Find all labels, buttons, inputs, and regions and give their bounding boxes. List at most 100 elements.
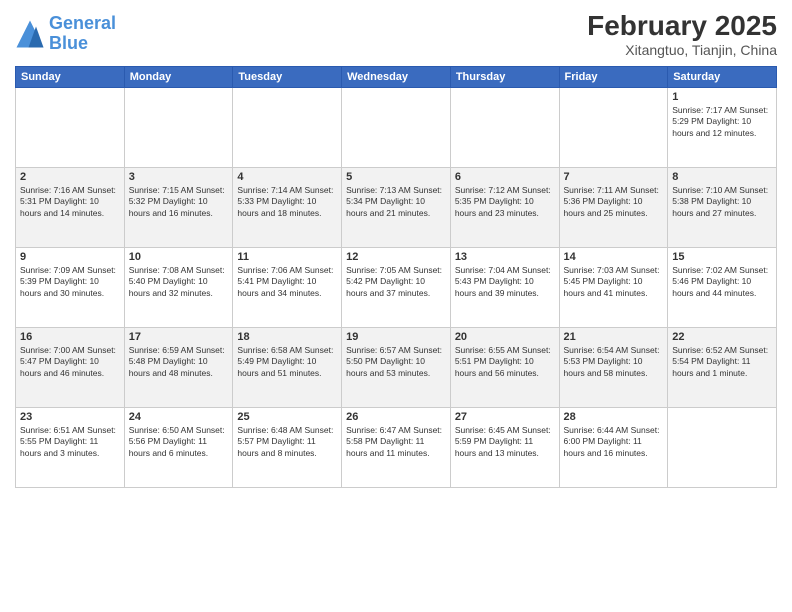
day-number: 27 — [455, 411, 555, 423]
day-info: Sunrise: 7:06 AM Sunset: 5:41 PM Dayligh… — [237, 265, 337, 299]
calendar-cell: 3 Sunrise: 7:15 AM Sunset: 5:32 PM Daylig… — [124, 168, 233, 248]
logo-text: General Blue — [49, 14, 116, 54]
day-number: 22 — [672, 331, 772, 343]
day-number: 19 — [346, 331, 446, 343]
calendar-table: Sunday Monday Tuesday Wednesday Thursday… — [15, 66, 777, 488]
day-number: 16 — [20, 331, 120, 343]
day-number: 12 — [346, 251, 446, 263]
day-number: 9 — [20, 251, 120, 263]
calendar-cell: 13 Sunrise: 7:04 AM Sunset: 5:43 PM Dayli… — [450, 248, 559, 328]
calendar-week-2: 2 Sunrise: 7:16 AM Sunset: 5:31 PM Daylig… — [16, 168, 777, 248]
day-info: Sunrise: 7:05 AM Sunset: 5:42 PM Dayligh… — [346, 265, 446, 299]
calendar-cell: 10Sunrise: 7:08 AM Sunset: 5:40 PM Dayli… — [124, 248, 233, 328]
day-number: 24 — [129, 411, 229, 423]
day-info: Sunrise: 6:45 AM Sunset: 5:59 PM Dayligh… — [455, 425, 555, 459]
day-number: 5 — [346, 171, 446, 183]
calendar-week-3: 9 Sunrise: 7:09 AM Sunset: 5:39 PM Daylig… — [16, 248, 777, 328]
calendar-cell: 11 Sunrise: 7:06 AM Sunset: 5:41 PM Dayli… — [233, 248, 342, 328]
calendar-cell: 18 Sunrise: 6:58 AM Sunset: 5:49 PM Dayli… — [233, 328, 342, 408]
day-info: Sunrise: 7:03 AM Sunset: 5:45 PM Dayligh… — [564, 265, 664, 299]
col-thursday: Thursday — [450, 67, 559, 88]
day-info: Sunrise: 6:50 AM Sunset: 5:56 PM Dayligh… — [129, 425, 229, 459]
day-number: 20 — [455, 331, 555, 343]
day-number: 25 — [237, 411, 337, 423]
calendar-cell: 16 Sunrise: 7:00 AM Sunset: 5:47 PM Dayli… — [16, 328, 125, 408]
calendar-cell: 22 Sunrise: 6:52 AM Sunset: 5:54 PM Dayli… — [668, 328, 777, 408]
logo-line2: Blue — [49, 33, 88, 53]
col-monday: Monday — [124, 67, 233, 88]
calendar-cell: 23Sunrise: 6:51 AM Sunset: 5:55 PM Dayli… — [16, 408, 125, 488]
day-info: Sunrise: 7:10 AM Sunset: 5:38 PM Dayligh… — [672, 185, 772, 219]
calendar-cell — [233, 88, 342, 168]
calendar-cell — [450, 88, 559, 168]
col-wednesday: Wednesday — [342, 67, 451, 88]
day-info: Sunrise: 7:00 AM Sunset: 5:47 PM Dayligh… — [20, 345, 120, 379]
day-number: 10 — [129, 251, 229, 263]
day-info: Sunrise: 6:54 AM Sunset: 5:53 PM Dayligh… — [564, 345, 664, 379]
logo-icon — [15, 19, 45, 49]
day-info: Sunrise: 6:59 AM Sunset: 5:48 PM Dayligh… — [129, 345, 229, 379]
calendar-subtitle: Xitangtuo, Tianjin, China — [587, 42, 777, 58]
calendar-cell: 27 Sunrise: 6:45 AM Sunset: 5:59 PM Dayli… — [450, 408, 559, 488]
calendar-cell: 28 Sunrise: 6:44 AM Sunset: 6:00 PM Dayli… — [559, 408, 668, 488]
day-info: Sunrise: 7:13 AM Sunset: 5:34 PM Dayligh… — [346, 185, 446, 219]
day-info: Sunrise: 6:52 AM Sunset: 5:54 PM Dayligh… — [672, 345, 772, 379]
day-number: 17 — [129, 331, 229, 343]
calendar-cell: 17 Sunrise: 6:59 AM Sunset: 5:48 PM Dayli… — [124, 328, 233, 408]
logo-line1: General — [49, 13, 116, 33]
col-saturday: Saturday — [668, 67, 777, 88]
calendar-cell: 5 Sunrise: 7:13 AM Sunset: 5:34 PM Daylig… — [342, 168, 451, 248]
day-number: 21 — [564, 331, 664, 343]
day-info: Sunrise: 6:57 AM Sunset: 5:50 PM Dayligh… — [346, 345, 446, 379]
day-number: 1 — [672, 91, 772, 103]
calendar-title: February 2025 — [587, 10, 777, 42]
day-number: 23 — [20, 411, 120, 423]
day-number: 3 — [129, 171, 229, 183]
calendar-cell — [668, 408, 777, 488]
day-info: Sunrise: 7:11 AM Sunset: 5:36 PM Dayligh… — [564, 185, 664, 219]
day-number: 15 — [672, 251, 772, 263]
calendar-week-5: 23Sunrise: 6:51 AM Sunset: 5:55 PM Dayli… — [16, 408, 777, 488]
day-number: 11 — [237, 251, 337, 263]
day-number: 7 — [564, 171, 664, 183]
calendar-cell: 20 Sunrise: 6:55 AM Sunset: 5:51 PM Dayli… — [450, 328, 559, 408]
day-number: 8 — [672, 171, 772, 183]
day-info: Sunrise: 6:58 AM Sunset: 5:49 PM Dayligh… — [237, 345, 337, 379]
day-info: Sunrise: 7:15 AM Sunset: 5:32 PM Dayligh… — [129, 185, 229, 219]
day-number: 28 — [564, 411, 664, 423]
calendar-cell: 2 Sunrise: 7:16 AM Sunset: 5:31 PM Daylig… — [16, 168, 125, 248]
calendar-header-row: Sunday Monday Tuesday Wednesday Thursday… — [16, 67, 777, 88]
calendar-cell — [559, 88, 668, 168]
day-number: 14 — [564, 251, 664, 263]
day-info: Sunrise: 7:09 AM Sunset: 5:39 PM Dayligh… — [20, 265, 120, 299]
calendar-week-4: 16 Sunrise: 7:00 AM Sunset: 5:47 PM Dayli… — [16, 328, 777, 408]
col-tuesday: Tuesday — [233, 67, 342, 88]
day-info: Sunrise: 7:12 AM Sunset: 5:35 PM Dayligh… — [455, 185, 555, 219]
day-info: Sunrise: 7:04 AM Sunset: 5:43 PM Dayligh… — [455, 265, 555, 299]
day-number: 6 — [455, 171, 555, 183]
calendar-cell — [342, 88, 451, 168]
day-info: Sunrise: 7:02 AM Sunset: 5:46 PM Dayligh… — [672, 265, 772, 299]
calendar-cell: 12 Sunrise: 7:05 AM Sunset: 5:42 PM Dayli… — [342, 248, 451, 328]
calendar-cell: 1Sunrise: 7:17 AM Sunset: 5:29 PM Daylig… — [668, 88, 777, 168]
day-number: 13 — [455, 251, 555, 263]
logo: General Blue — [15, 14, 116, 54]
day-number: 2 — [20, 171, 120, 183]
day-number: 26 — [346, 411, 446, 423]
day-info: Sunrise: 6:55 AM Sunset: 5:51 PM Dayligh… — [455, 345, 555, 379]
calendar-week-1: 1Sunrise: 7:17 AM Sunset: 5:29 PM Daylig… — [16, 88, 777, 168]
calendar-cell: 15 Sunrise: 7:02 AM Sunset: 5:46 PM Dayli… — [668, 248, 777, 328]
title-block: February 2025 Xitangtuo, Tianjin, China — [587, 10, 777, 58]
calendar-cell: 9 Sunrise: 7:09 AM Sunset: 5:39 PM Daylig… — [16, 248, 125, 328]
day-number: 18 — [237, 331, 337, 343]
calendar-cell: 26Sunrise: 6:47 AM Sunset: 5:58 PM Dayli… — [342, 408, 451, 488]
calendar-cell: 7 Sunrise: 7:11 AM Sunset: 5:36 PM Daylig… — [559, 168, 668, 248]
calendar-cell: 4Sunrise: 7:14 AM Sunset: 5:33 PM Daylig… — [233, 168, 342, 248]
day-info: Sunrise: 6:44 AM Sunset: 6:00 PM Dayligh… — [564, 425, 664, 459]
calendar-cell: 25Sunrise: 6:48 AM Sunset: 5:57 PM Dayli… — [233, 408, 342, 488]
calendar-cell: 21 Sunrise: 6:54 AM Sunset: 5:53 PM Dayli… — [559, 328, 668, 408]
calendar-cell: 6 Sunrise: 7:12 AM Sunset: 5:35 PM Daylig… — [450, 168, 559, 248]
col-sunday: Sunday — [16, 67, 125, 88]
col-friday: Friday — [559, 67, 668, 88]
day-info: Sunrise: 7:16 AM Sunset: 5:31 PM Dayligh… — [20, 185, 120, 219]
